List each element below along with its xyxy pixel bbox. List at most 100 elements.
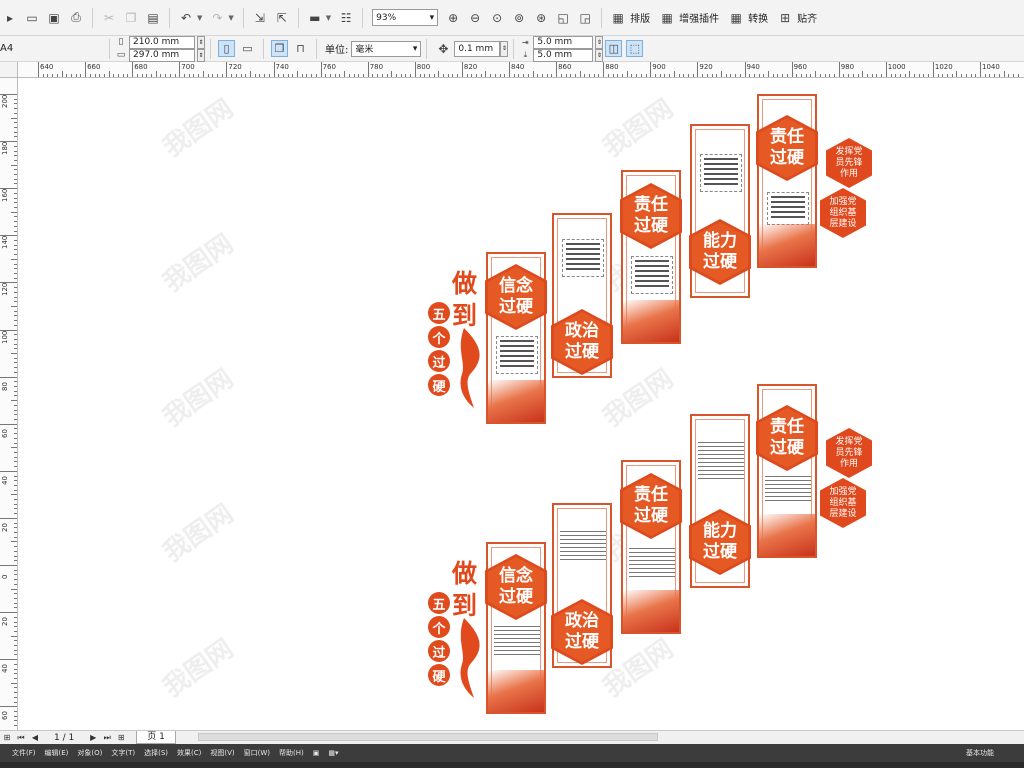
- open-folder-icon[interactable]: ▭: [22, 8, 42, 28]
- nudge-spinner[interactable]: ⇕: [500, 40, 509, 57]
- landscape-toggle[interactable]: ▭: [239, 40, 256, 57]
- snap-menu-button[interactable]: ⊞ 贴齐: [774, 8, 817, 28]
- page-preset-value[interactable]: A4: [0, 43, 100, 54]
- ruler-tick: [14, 315, 17, 317]
- zoom-level-value: 93%: [376, 12, 397, 23]
- zoom-selected-icon[interactable]: ⊙: [487, 8, 507, 28]
- ruler-tick: [188, 74, 190, 77]
- dup-y-spinner[interactable]: ⇕: [595, 48, 604, 62]
- page-height-field[interactable]: 297.0 mm: [129, 48, 195, 62]
- ruler-tick: [14, 136, 17, 138]
- menu-effects[interactable]: 效果(C): [177, 748, 201, 758]
- window-icon[interactable]: ▣: [313, 749, 320, 757]
- ruler-label: 980: [840, 63, 855, 71]
- paste-icon[interactable]: ▤: [143, 8, 163, 28]
- import-icon[interactable]: ⇲: [250, 8, 270, 28]
- ruler-tick: [777, 74, 779, 77]
- ruler-tick: [537, 74, 539, 77]
- ruler-origin[interactable]: [0, 62, 18, 78]
- ruler-tick: [975, 74, 977, 77]
- zoom-all-icon[interactable]: ⊚: [509, 8, 529, 28]
- menu-object[interactable]: 对象(O): [77, 748, 102, 758]
- horizontal-ruler[interactable]: 640 660 680 700 720 740 760 780 800 820 840 860 880 9…: [18, 62, 1024, 78]
- undo-dropdown-icon[interactable]: ▼: [197, 14, 202, 22]
- zoom-width-icon[interactable]: ◱: [553, 8, 573, 28]
- ruler-tick: [11, 211, 17, 213]
- ruler-tick: [14, 649, 17, 651]
- drawing-canvas[interactable]: 我图网我图网我图网我图网我图网我图网我图网我图网我图网我图网我图网我图网我图网我…: [18, 78, 1024, 730]
- menu-window[interactable]: 窗口(W): [244, 748, 270, 758]
- hex-title-text: 责任 过硬: [623, 476, 679, 536]
- ruler-tick: [14, 555, 17, 557]
- export-icon[interactable]: ⇱: [272, 8, 292, 28]
- ruler-tick: [598, 74, 600, 77]
- ruler-tick: [160, 74, 162, 77]
- ruler-tick: [14, 687, 17, 689]
- menu-select[interactable]: 选择(S): [144, 748, 168, 758]
- ruler-tick: [264, 74, 266, 77]
- copy-icon[interactable]: ❐: [121, 8, 141, 28]
- ruler-tick: [14, 536, 17, 538]
- grid-dropdown-icon[interactable]: ▦▾: [328, 749, 338, 757]
- new-doc-icon[interactable]: ▸: [0, 8, 20, 28]
- all-pages-toggle[interactable]: ❐: [271, 40, 288, 57]
- hex-title-text: 信念 过硬: [488, 267, 544, 327]
- ruler-tick: [193, 74, 195, 77]
- cut-icon[interactable]: ✂: [99, 8, 119, 28]
- publish-dropdown-icon[interactable]: ▼: [326, 14, 331, 22]
- page-options-icon[interactable]: ⊞: [0, 733, 14, 742]
- print-icon[interactable]: ⎙: [66, 8, 86, 28]
- scrollbar-thumb[interactable]: [198, 733, 658, 741]
- redo-dropdown-icon[interactable]: ▼: [228, 14, 233, 22]
- layout-menu-button[interactable]: ▦ 排版: [607, 8, 651, 28]
- page-width-field[interactable]: 210.0 mm: [129, 35, 195, 49]
- hex-title-text: 能力 过硬: [692, 512, 748, 572]
- workspace-label[interactable]: 基本功能: [966, 748, 994, 758]
- zoom-page-icon[interactable]: ⊛: [531, 8, 551, 28]
- ruler-tick: [14, 456, 17, 458]
- ruler-tick: [14, 597, 17, 599]
- add-page-icon[interactable]: ⊞: [114, 733, 128, 742]
- last-page-icon[interactable]: ⏭: [100, 733, 114, 743]
- first-page-icon[interactable]: ⏮: [14, 733, 28, 743]
- nudge-field[interactable]: 0.1 mm: [454, 40, 501, 57]
- dup-y-field[interactable]: 5.0 mm: [533, 48, 594, 62]
- convert-menu-button[interactable]: ▦ 转换: [725, 8, 769, 28]
- current-page-toggle[interactable]: ⊓: [292, 40, 309, 57]
- next-page-icon[interactable]: ▶: [86, 733, 100, 742]
- dup-x-field[interactable]: 5.0 mm: [533, 35, 594, 49]
- units-select[interactable]: 毫米 ▾: [351, 40, 422, 57]
- menu-text[interactable]: 文字(T): [111, 748, 135, 758]
- watermark-text: 我图网: [597, 93, 679, 164]
- bounding-box-toggle[interactable]: ⬚: [626, 40, 644, 57]
- portrait-toggle[interactable]: ▯: [218, 40, 235, 57]
- publish-icon[interactable]: ▬: [305, 8, 325, 28]
- save-icon[interactable]: ▣: [44, 8, 64, 28]
- ruler-tick: [325, 74, 327, 77]
- page-width-spinner[interactable]: ⇕: [197, 35, 205, 49]
- dup-x-spinner[interactable]: ⇕: [595, 35, 604, 49]
- menu-view[interactable]: 视图(V): [210, 748, 234, 758]
- prev-page-icon[interactable]: ◀: [28, 733, 42, 742]
- menu-edit[interactable]: 编辑(E): [45, 748, 69, 758]
- menu-file[interactable]: 文件(F): [12, 748, 36, 758]
- menu-help[interactable]: 帮助(H): [279, 748, 304, 758]
- enhance-plugin-menu-button[interactable]: ▦ 增强插件: [656, 8, 720, 28]
- app-launcher-icon[interactable]: ☷: [336, 8, 356, 28]
- zoom-height-icon[interactable]: ◲: [575, 8, 595, 28]
- vertical-ruler[interactable]: 200 180 160 140 120 100 80 60 40 20 0 20 40 60: [0, 78, 18, 730]
- ruler-tick: [231, 74, 233, 77]
- separator: [210, 38, 211, 59]
- zoom-in-icon[interactable]: ⊕: [443, 8, 463, 28]
- watermark-text: 我图网: [157, 633, 239, 704]
- undo-icon[interactable]: ↶: [176, 8, 196, 28]
- zoom-out-icon[interactable]: ⊖: [465, 8, 485, 28]
- ruler-tick: [772, 74, 774, 77]
- flame-graphic: [460, 328, 480, 408]
- redo-icon[interactable]: ↷: [207, 8, 227, 28]
- zoom-level-select[interactable]: 93% ▾: [372, 9, 439, 26]
- horizontal-scrollbar[interactable]: [190, 730, 670, 744]
- page-tab[interactable]: 页 1: [136, 731, 176, 744]
- page-height-spinner[interactable]: ⇕: [197, 48, 205, 62]
- treat-as-filled-toggle[interactable]: ◫: [605, 40, 623, 57]
